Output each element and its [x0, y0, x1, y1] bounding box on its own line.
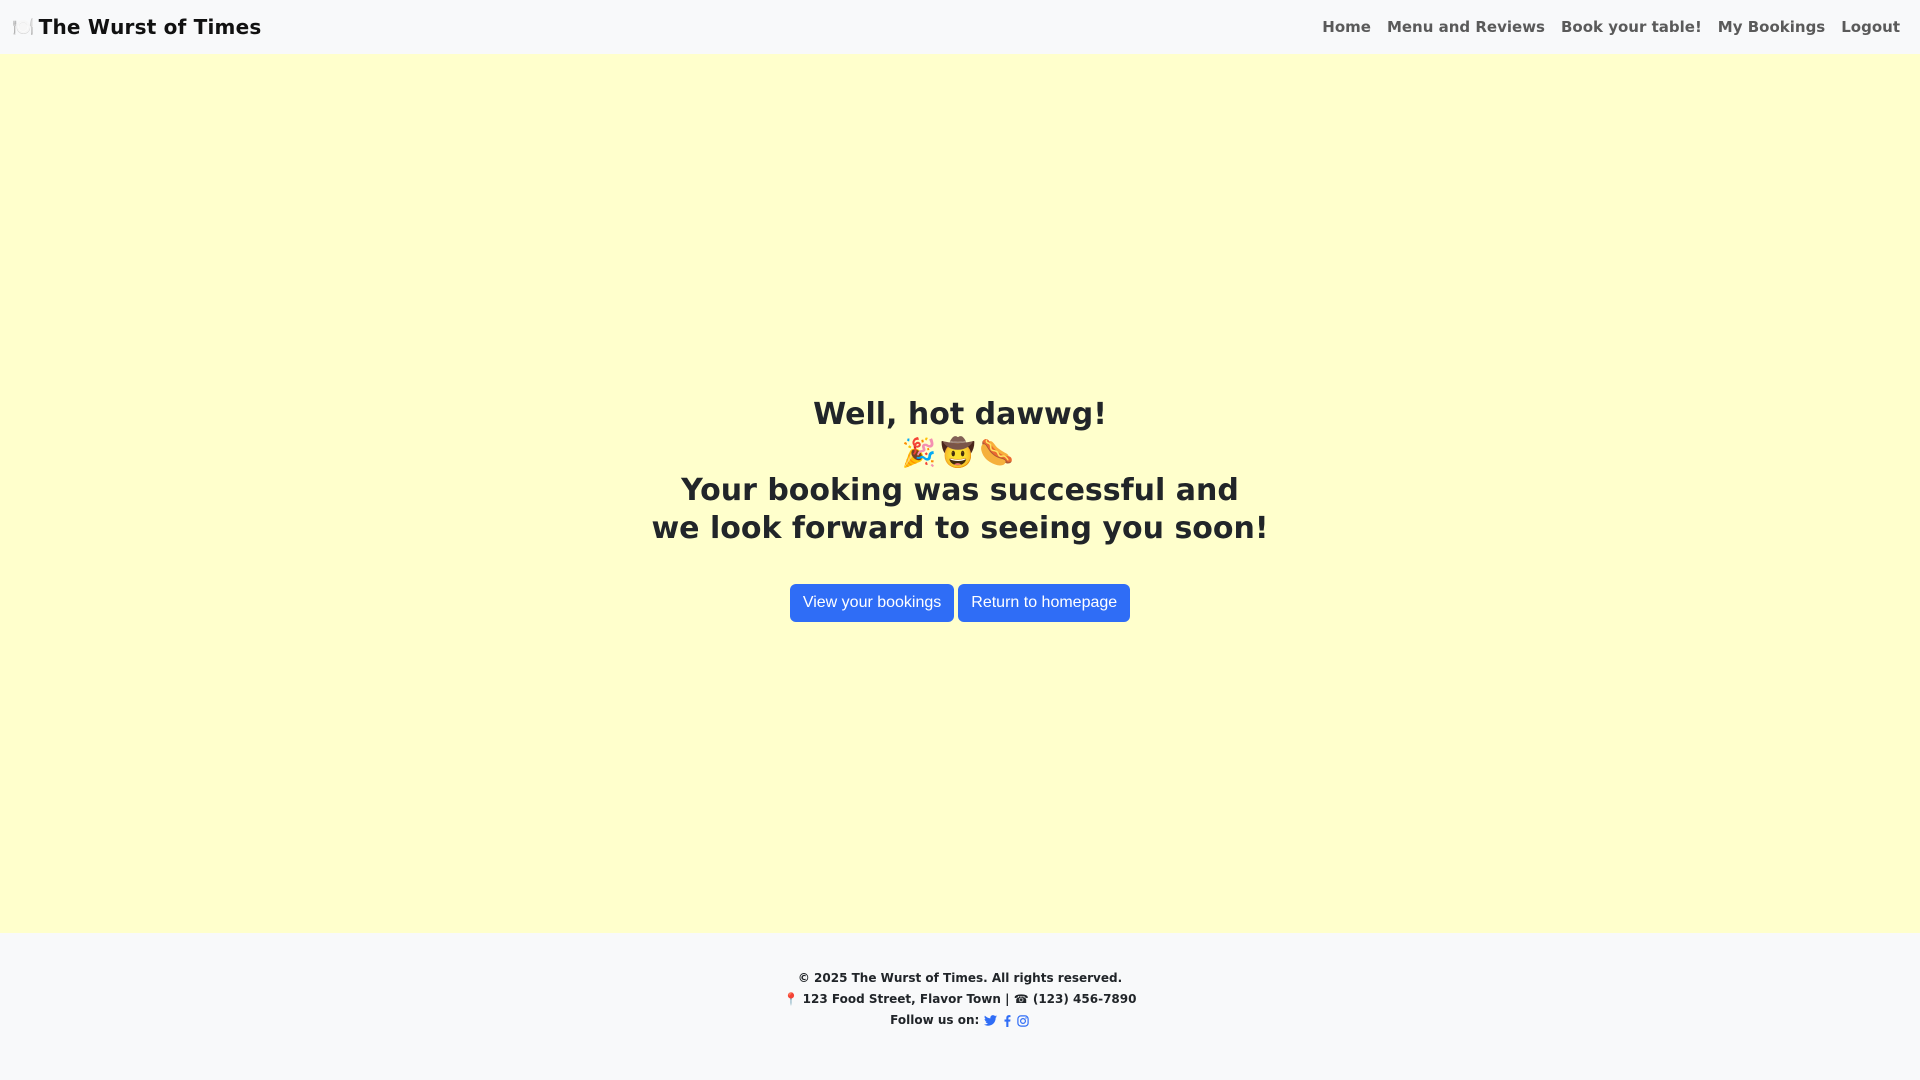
nav-links: Home Menu and Reviews Book your table! M… [1322, 18, 1900, 36]
nav-menu-and-reviews[interactable]: Menu and Reviews [1387, 18, 1545, 36]
instagram-icon[interactable] [1017, 1010, 1029, 1031]
brand-name: The Wurst of Times [38, 15, 262, 39]
location-pin-icon: 📍 [783, 992, 799, 1006]
follow-label: Follow us on: [890, 1013, 980, 1027]
headline: Well, hot dawwg! [813, 397, 1107, 432]
plate-icon: 🍽️ [12, 16, 35, 38]
success-message-line1: Your booking was successful and [681, 473, 1239, 508]
address-text: 123 Food Street, Flavor Town [802, 992, 1001, 1006]
footer: © 2025 The Wurst of Times. All rights re… [0, 933, 1920, 1080]
confirmation-panel: Well, hot dawwg! 🎉🤠🌭 Your booking was su… [0, 396, 1920, 622]
action-buttons: View your bookings Return to homepage [0, 584, 1920, 622]
nav-book-your-table[interactable]: Book your table! [1561, 18, 1702, 36]
celebration-emojis: 🎉🤠🌭 [901, 436, 1019, 469]
brand-link[interactable]: 🍽️ The Wurst of Times [12, 15, 261, 39]
phone-icon: ☎ [1013, 992, 1029, 1006]
twitter-icon[interactable] [984, 1010, 998, 1031]
success-message-line2: we look forward to seeing you soon! [651, 511, 1269, 546]
nav-home[interactable]: Home [1322, 18, 1371, 36]
navbar: 🍽️ The Wurst of Times Home Menu and Revi… [0, 0, 1920, 54]
facebook-icon[interactable] [1004, 1010, 1011, 1031]
social-line: Follow us on: [0, 1010, 1920, 1031]
contact-line: 📍 123 Food Street, Flavor Town | ☎ (123)… [0, 989, 1920, 1010]
main-content: Well, hot dawwg! 🎉🤠🌭 Your booking was su… [0, 54, 1920, 933]
view-bookings-button[interactable]: View your bookings [789, 584, 955, 622]
phone-text: (123) 456-7890 [1032, 992, 1137, 1006]
return-homepage-button[interactable]: Return to homepage [958, 584, 1131, 622]
copyright-text: © 2025 The Wurst of Times. All rights re… [797, 971, 1123, 985]
nav-logout[interactable]: Logout [1841, 18, 1900, 36]
separator: | [1005, 992, 1010, 1006]
nav-my-bookings[interactable]: My Bookings [1718, 18, 1825, 36]
